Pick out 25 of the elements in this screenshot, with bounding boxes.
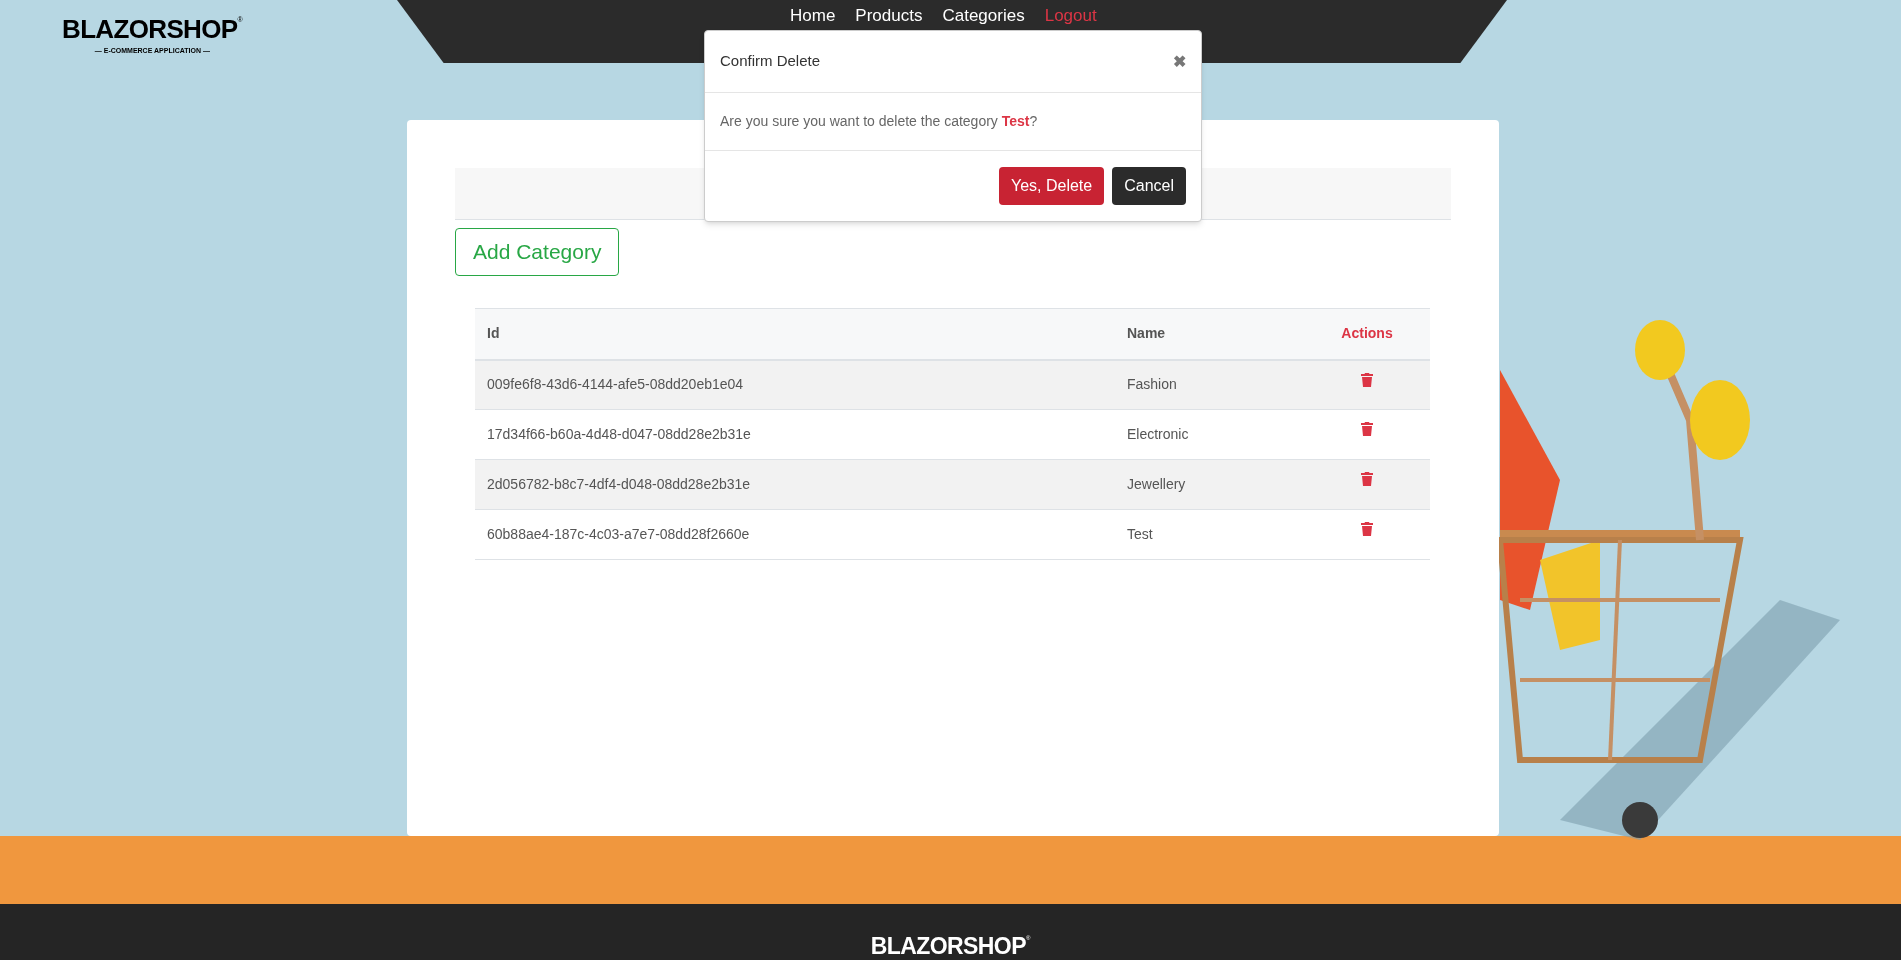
table-cell: Test: [1115, 509, 1304, 560]
nav-link[interactable]: Home: [790, 5, 836, 27]
footer-logo: BLAZORSHOP: [870, 935, 1026, 960]
nav-link[interactable]: Categories: [942, 5, 1025, 27]
delete-button[interactable]: Yes, Delete: [998, 167, 1105, 205]
trash-icon[interactable]: [1361, 372, 1373, 387]
dialog-message: Are you sure you want to delete the category Test?: [720, 112, 1038, 131]
close-button[interactable]: ✖: [1173, 49, 1186, 74]
table-cell: 60b88ae4-187c-4c03-a7e7-08dd28f2660e: [475, 509, 1115, 560]
table-cell: 2d056782-b8c7-4df4-d048-08dd28e2b31e: [475, 459, 1115, 510]
logo-title: BLAZORSHOP: [62, 16, 238, 42]
nav-link[interactable]: Products: [855, 5, 923, 27]
trash-icon[interactable]: [1361, 422, 1373, 437]
table-cell: 17d34f66-b60a-4d48-d047-08dd28e2b31e: [475, 409, 1115, 460]
cancel-button[interactable]: Cancel: [1112, 167, 1186, 205]
table-cell: Fashion: [1115, 359, 1304, 410]
column-header: Name: [1115, 308, 1304, 360]
column-header: Id: [475, 308, 1115, 360]
column-header: Actions: [1304, 308, 1430, 360]
table-cell: Jewellery: [1115, 459, 1304, 510]
table-cell: 009fe6f8-43d6-4144-afe5-08dd20eb1e04: [475, 359, 1115, 410]
trash-icon[interactable]: [1361, 522, 1373, 537]
dialog-title: Confirm Delete: [720, 51, 821, 72]
trash-icon[interactable]: [1361, 472, 1373, 487]
table-cell: Electronic: [1115, 409, 1304, 460]
